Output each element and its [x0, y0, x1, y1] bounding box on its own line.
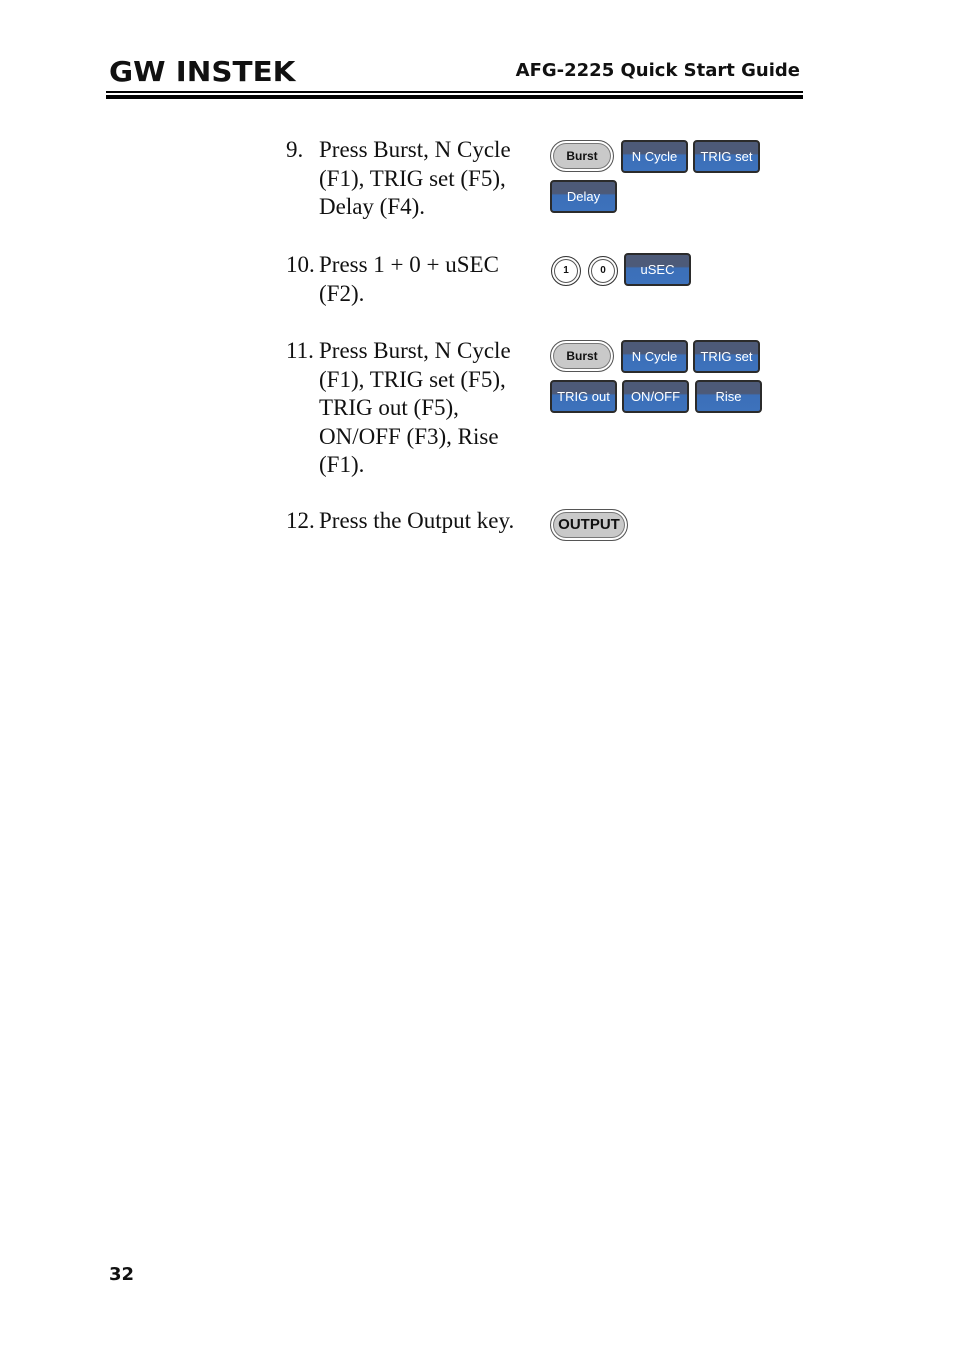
digit-0-key: 0 [588, 256, 618, 286]
step-line: Press Burst, N Cycle [319, 338, 511, 363]
header-divider-thick [106, 95, 803, 99]
step-line: TRIG out (F5), [319, 395, 459, 420]
n-cycle-softkey: N Cycle [621, 340, 688, 373]
gw-instek-logo: GW INSTEK [109, 55, 296, 88]
trig-set-softkey: TRIG set [693, 340, 760, 373]
step-text: Press Burst, N Cycle (F1), TRIG set (F5)… [319, 337, 539, 480]
header-divider-thin [106, 91, 803, 93]
n-cycle-softkey: N Cycle [621, 140, 688, 173]
step-line: (F1), TRIG set (F5), [319, 366, 506, 392]
step-line: ON/OFF (F3), Rise [319, 423, 499, 449]
trig-out-softkey: TRIG out [550, 380, 617, 413]
on-off-softkey: ON/OFF [622, 380, 689, 413]
rise-softkey: Rise [695, 380, 762, 413]
step-text: Press the Output key. [319, 507, 549, 536]
step-line: (F2). [319, 280, 365, 306]
step-line: Delay (F4). [319, 194, 426, 219]
step-line: (F1), TRIG set (F5), [319, 165, 506, 191]
burst-key: Burst [550, 140, 614, 172]
trig-set-softkey: TRIG set [693, 140, 760, 173]
usec-softkey: uSEC [624, 253, 691, 286]
step-number: 9. [286, 137, 304, 162]
step-line: Press 1 + 0 + uSEC [319, 252, 499, 277]
delay-softkey: Delay [550, 180, 617, 213]
step-line: Press Burst, N Cycle [319, 137, 511, 162]
document-title: AFG-2225 Quick Start Guide [515, 60, 800, 81]
burst-key: Burst [550, 340, 614, 372]
digit-1-key: 1 [551, 256, 581, 286]
output-key: OUTPUT [550, 509, 628, 541]
step-line: Press the Output key. [319, 508, 515, 533]
step-text: Press Burst, N Cycle (F1), TRIG set (F5)… [319, 136, 539, 222]
step-text: Press 1 + 0 + uSEC (F2). [319, 251, 539, 308]
step-line: (F1). [319, 452, 365, 477]
page-number: 32 [109, 1264, 135, 1285]
step-number: 12. [286, 508, 315, 533]
step-number: 11. [286, 338, 314, 363]
step-number: 10. [286, 252, 315, 277]
